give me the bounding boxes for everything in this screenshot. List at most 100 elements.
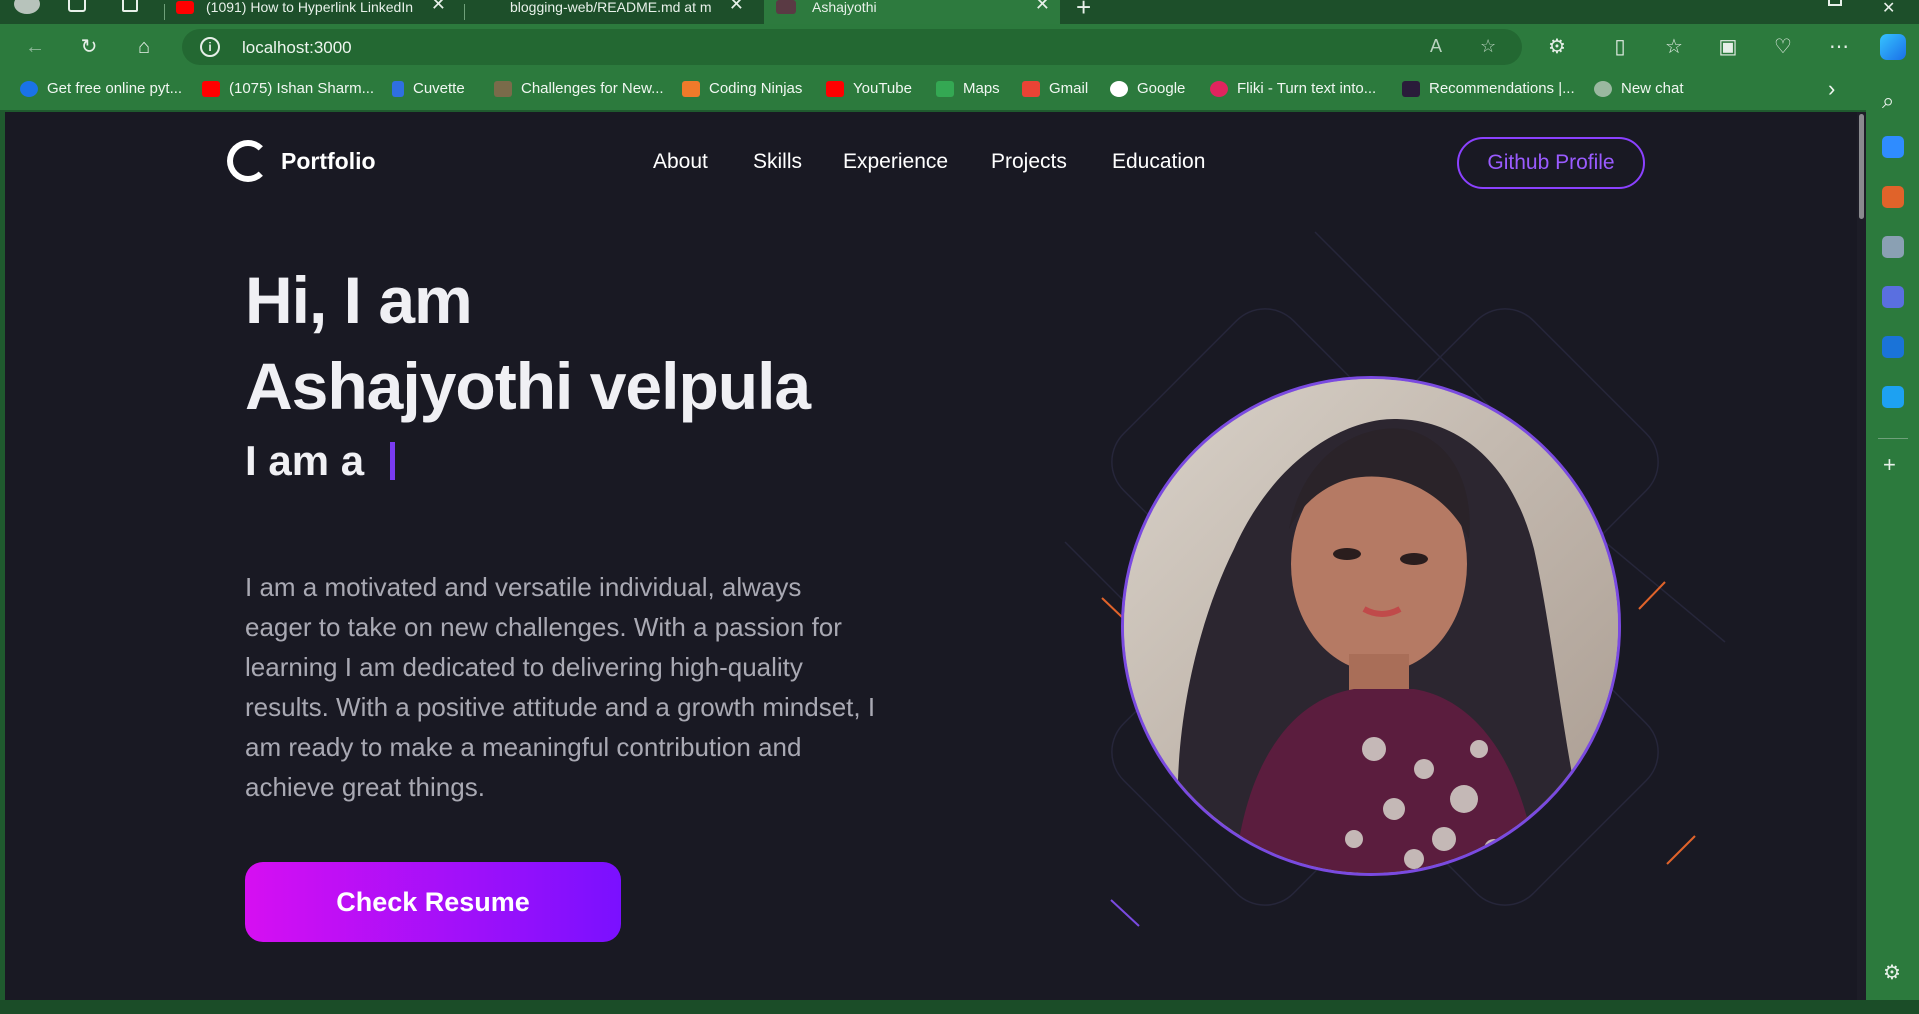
settings-gear-icon[interactable]: ⚙ [1883, 960, 1901, 985]
address-url[interactable]: localhost:3000 [242, 38, 352, 58]
check-resume-button[interactable]: Check Resume [245, 862, 621, 942]
bookmark-item[interactable]: Get free online pyt... [20, 80, 182, 97]
browser-essentials-icon[interactable]: ♡ [1770, 34, 1796, 60]
close-icon[interactable]: ✕ [431, 0, 446, 15]
challenges-icon [494, 80, 512, 97]
close-window-icon[interactable]: ✕ [1882, 0, 1895, 18]
maps-icon [936, 80, 954, 97]
close-icon[interactable]: ✕ [729, 0, 744, 15]
search-icon[interactable]: ⌕ [1882, 88, 1894, 114]
bookmark-label: Get free online pyt... [47, 80, 183, 97]
refresh-icon[interactable]: ↻ [76, 34, 102, 60]
bio-paragraph: I am a motivated and versatile individua… [245, 567, 945, 807]
microsoft-365-icon[interactable] [1882, 286, 1904, 308]
tab-actions-icon[interactable] [122, 0, 138, 12]
taskbar-edge [0, 1000, 1919, 1014]
bookmark-label: Challenges for New... [521, 80, 664, 97]
github-profile-button[interactable]: Github Profile [1457, 137, 1645, 189]
nav-skills[interactable]: Skills [753, 150, 802, 174]
more-menu-icon[interactable]: ⋯ [1826, 34, 1852, 60]
bookmark-item[interactable]: Cuvette [392, 80, 465, 97]
bio-line: achieve great things. [245, 772, 485, 802]
bookmark-item[interactable]: New chat [1594, 80, 1684, 97]
role-prefix: I am a [245, 437, 365, 484]
bookmark-label: YouTube [853, 80, 912, 97]
favorites-icon[interactable]: ☆ [1661, 34, 1687, 60]
scrollbar-thumb[interactable] [1859, 114, 1864, 219]
bio-line: results. With a positive attitude and a … [245, 692, 876, 722]
bio-line: I am a motivated and versatile individua… [245, 572, 802, 602]
bookmark-item[interactable]: (1075) Ishan Sharm... [202, 80, 374, 97]
youtube-icon [176, 0, 194, 14]
profile-avatar[interactable] [14, 0, 40, 14]
edge-sidebar: ⌕ + ⚙ [1866, 70, 1919, 1014]
read-aloud-icon[interactable]: A [1430, 36, 1442, 57]
bookmark-item[interactable]: Challenges for New... [494, 80, 664, 97]
hero-greeting: Hi, I am [245, 263, 473, 337]
bio-line: eager to take on new challenges. With a … [245, 612, 842, 642]
bookmark-label: Cuvette [413, 80, 465, 97]
recommendations-icon [1402, 80, 1420, 97]
back-icon[interactable]: ← [22, 34, 48, 60]
bookmark-item[interactable]: Recommendations |... [1402, 80, 1575, 97]
nav-experience[interactable]: Experience [843, 150, 948, 174]
tab-ashajyothi[interactable]: Ashajyothi ✕ [764, 0, 1060, 24]
collections-icon[interactable]: ▣ [1715, 34, 1741, 60]
close-icon[interactable]: ✕ [1035, 0, 1050, 15]
github-icon [474, 3, 492, 21]
minimize-icon[interactable]: — [1768, 0, 1784, 8]
info-icon[interactable]: i [200, 37, 220, 57]
split-screen-icon[interactable]: ▯ [1607, 34, 1633, 60]
logo-icon [227, 140, 269, 182]
tab-github[interactable]: blogging-web/README.md at m ✕ [474, 0, 754, 24]
copilot-icon[interactable] [1880, 34, 1906, 60]
bookmark-label: Fliki - Turn text into... [1237, 80, 1377, 97]
restore-icon[interactable] [1828, 0, 1842, 6]
tab-title: blogging-web/README.md at m [510, 0, 712, 15]
tools-icon[interactable] [1882, 186, 1904, 208]
edge-icon [20, 80, 38, 97]
coding-ninjas-icon [682, 80, 700, 97]
extensions-icon[interactable]: ⚙ [1544, 34, 1570, 60]
bookmarks-bar: Get free online pyt... (1075) Ishan Shar… [0, 70, 1919, 110]
bookmark-item[interactable]: Gmail [1022, 80, 1088, 97]
typing-cursor [390, 442, 395, 480]
youtube-icon [826, 80, 844, 97]
bookmark-item[interactable]: YouTube [826, 80, 912, 97]
bookmark-label: (1075) Ishan Sharm... [229, 80, 375, 97]
bio-line: learning I am dedicated to delivering hi… [245, 652, 803, 682]
new-tab-button[interactable]: + [1076, 0, 1091, 23]
bookmark-item[interactable]: Coding Ninjas [682, 80, 802, 97]
chatgpt-icon [1594, 80, 1612, 97]
shopping-tag-icon[interactable] [1882, 136, 1904, 158]
profile-photo-illustration [1124, 379, 1618, 873]
chevron-right-icon[interactable]: › [1828, 76, 1835, 102]
sidebar-divider [1878, 438, 1908, 439]
bookmark-label: New chat [1621, 80, 1684, 97]
bookmark-item[interactable]: Google [1110, 80, 1185, 97]
outlook-icon[interactable] [1882, 336, 1904, 358]
site-icon [776, 0, 796, 14]
add-icon[interactable]: + [1883, 452, 1896, 478]
bookmark-label: Gmail [1049, 80, 1089, 97]
nav-about[interactable]: About [653, 150, 708, 174]
home-icon[interactable]: ⌂ [131, 34, 157, 60]
tab-strip: (1091) How to Hyperlink LinkedIn ✕ blogg… [0, 0, 1919, 24]
page-scrollbar[interactable] [1857, 112, 1866, 1000]
bookmark-item[interactable]: Maps [936, 80, 1000, 97]
games-icon[interactable] [1882, 236, 1904, 258]
portfolio-page: Portfolio About Skills Experience Projec… [5, 112, 1862, 1000]
nav-projects[interactable]: Projects [991, 150, 1067, 174]
favorite-star-icon[interactable]: ☆ [1480, 36, 1496, 57]
address-bar[interactable]: i localhost:3000 A ☆ [182, 29, 1522, 65]
hero-name: Ashajyothi velpula [245, 349, 811, 423]
bookmark-label: Maps [963, 80, 1000, 97]
workspaces-icon[interactable] [68, 0, 86, 12]
tab-youtube[interactable]: (1091) How to Hyperlink LinkedIn ✕ [176, 0, 456, 24]
bookmark-item[interactable]: Fliki - Turn text into... [1210, 80, 1376, 97]
drop-icon[interactable] [1882, 386, 1904, 408]
cuvette-icon [392, 80, 404, 97]
nav-education[interactable]: Education [1112, 150, 1205, 174]
site-logo[interactable]: Portfolio [227, 140, 376, 182]
bio-line: am ready to make a meaningful contributi… [245, 732, 802, 762]
